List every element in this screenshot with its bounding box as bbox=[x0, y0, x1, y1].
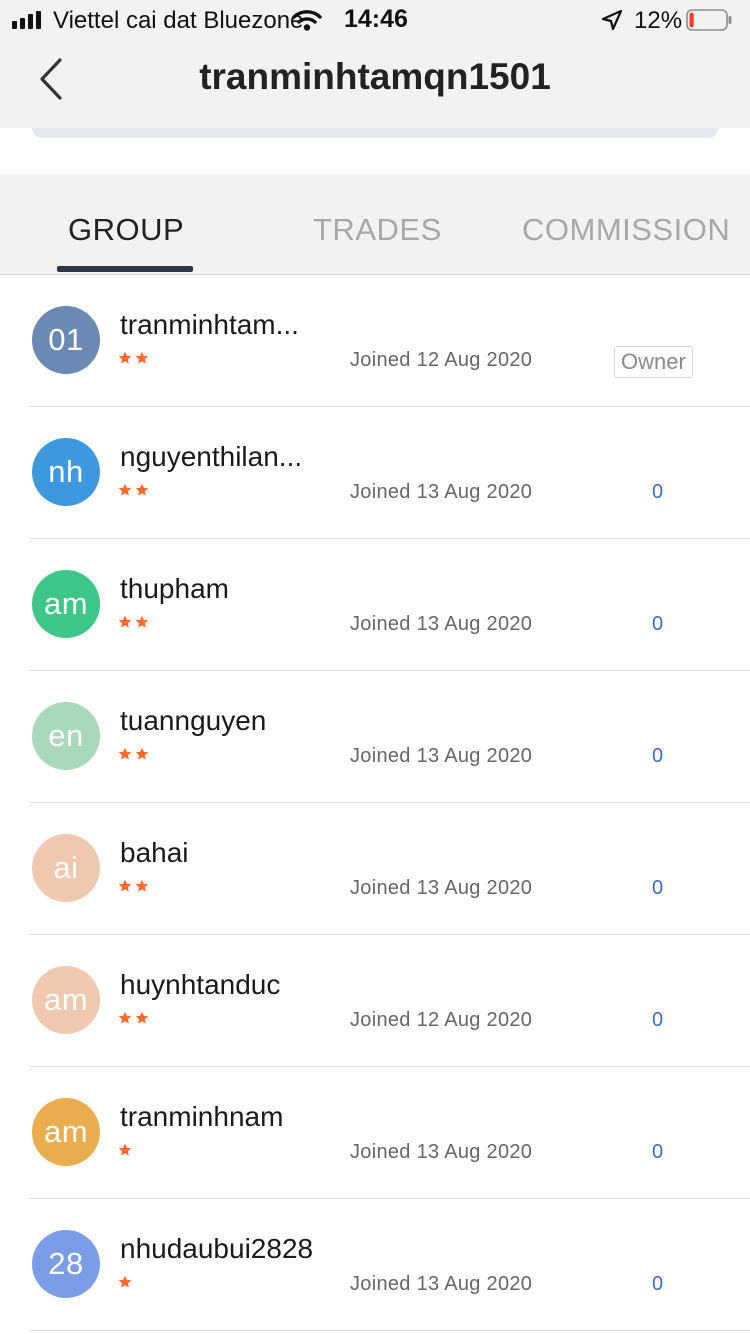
star-icon bbox=[135, 615, 149, 628]
joined-date: Joined 13 Aug 2020 bbox=[350, 745, 533, 767]
avatar: 01 bbox=[32, 306, 100, 374]
star-icon bbox=[135, 483, 149, 496]
location-arrow-icon bbox=[601, 9, 623, 31]
tab-group[interactable]: GROUP bbox=[68, 212, 184, 248]
member-value: 0 bbox=[652, 745, 664, 767]
star-icon bbox=[118, 1143, 132, 1156]
owner-badge: Owner bbox=[614, 346, 693, 378]
member-row[interactable]: nh nguyenthilan... Joined 13 Aug 2020 0 bbox=[30, 407, 750, 539]
avatar: nh bbox=[32, 438, 100, 506]
battery-percent: 12% bbox=[634, 7, 683, 34]
member-row[interactable]: ai bahai Joined 13 Aug 2020 0 bbox=[30, 803, 750, 935]
member-value: 0 bbox=[652, 1141, 664, 1163]
member-row[interactable]: am thupham Joined 13 Aug 2020 0 bbox=[30, 539, 750, 671]
rating-stars bbox=[118, 615, 149, 628]
member-value: 0 bbox=[652, 1273, 664, 1295]
tab-commission[interactable]: COMMISSION bbox=[522, 212, 730, 248]
tab-bar: GROUP TRADES COMMISSION bbox=[0, 174, 750, 275]
avatar: am bbox=[32, 966, 100, 1034]
member-name: tranminhnam bbox=[120, 1101, 284, 1132]
rating-stars bbox=[118, 747, 149, 760]
avatar: en bbox=[32, 702, 100, 770]
signal-icon bbox=[12, 11, 41, 29]
star-icon bbox=[135, 1011, 149, 1024]
tab-trades[interactable]: TRADES bbox=[313, 212, 442, 248]
member-row[interactable]: am tranminhnam Joined 13 Aug 2020 0 bbox=[30, 1067, 750, 1199]
member-value: 0 bbox=[652, 877, 664, 899]
joined-date: Joined 13 Aug 2020 bbox=[350, 877, 533, 899]
star-icon bbox=[118, 1011, 132, 1024]
star-icon bbox=[118, 879, 132, 892]
member-name: nguyenthilan... bbox=[120, 441, 303, 472]
top-area: Viettel cai dat Bluezone 14:46 12% tranm… bbox=[0, 0, 750, 128]
rating-stars bbox=[118, 483, 149, 496]
avatar: 28 bbox=[32, 1230, 100, 1298]
joined-date: Joined 12 Aug 2020 bbox=[350, 349, 533, 371]
info-card-edge bbox=[32, 128, 718, 138]
carrier-name: Viettel cai dat Bluezone bbox=[53, 7, 304, 34]
star-icon bbox=[135, 879, 149, 892]
star-icon bbox=[135, 351, 149, 364]
rating-stars bbox=[118, 1275, 132, 1288]
joined-date: Joined 13 Aug 2020 bbox=[350, 481, 533, 503]
member-name: thupham bbox=[120, 573, 229, 604]
rating-stars bbox=[118, 1143, 132, 1156]
rating-stars bbox=[118, 1011, 149, 1024]
star-icon bbox=[118, 615, 132, 628]
status-bar: Viettel cai dat Bluezone 14:46 12% bbox=[0, 0, 750, 40]
page-title: tranminhtamqn1501 bbox=[199, 56, 551, 97]
star-icon bbox=[118, 351, 132, 364]
member-value: 0 bbox=[652, 481, 664, 503]
member-row[interactable]: en tuannguyen Joined 13 Aug 2020 0 bbox=[30, 671, 750, 803]
joined-date: Joined 13 Aug 2020 bbox=[350, 613, 533, 635]
member-value: 0 bbox=[652, 613, 664, 635]
joined-date: Joined 13 Aug 2020 bbox=[350, 1141, 533, 1163]
member-row[interactable]: 01 tranminhtam... Joined 12 Aug 2020 Owner bbox=[30, 275, 750, 407]
star-icon bbox=[118, 483, 132, 496]
star-icon bbox=[135, 747, 149, 760]
avatar: am bbox=[32, 570, 100, 638]
battery-fill bbox=[689, 12, 694, 28]
rating-stars bbox=[118, 879, 149, 892]
avatar: am bbox=[32, 1098, 100, 1166]
member-row[interactable]: 28 nhudaubui2828 Joined 13 Aug 2020 0 bbox=[30, 1199, 750, 1331]
joined-date: Joined 12 Aug 2020 bbox=[350, 1009, 533, 1031]
nav-bar: tranminhtamqn1501 bbox=[0, 40, 750, 128]
member-name: nhudaubui2828 bbox=[120, 1233, 314, 1264]
clock: 14:46 bbox=[344, 5, 408, 33]
member-row[interactable]: am huynhtanduc Joined 12 Aug 2020 0 bbox=[30, 935, 750, 1067]
active-tab-indicator bbox=[57, 266, 193, 272]
member-name: bahai bbox=[120, 837, 189, 868]
star-icon bbox=[118, 1275, 132, 1288]
wifi-icon bbox=[292, 10, 322, 31]
member-name: tranminhtam... bbox=[120, 309, 299, 340]
member-name: huynhtanduc bbox=[120, 969, 281, 1000]
joined-date: Joined 13 Aug 2020 bbox=[350, 1273, 533, 1295]
rating-stars bbox=[118, 351, 149, 364]
member-list: 01 tranminhtam... Joined 12 Aug 2020 Owner n… bbox=[0, 275, 750, 1331]
battery-icon bbox=[686, 9, 732, 31]
avatar: ai bbox=[32, 834, 100, 902]
member-name: tuannguyen bbox=[120, 705, 267, 736]
member-value: 0 bbox=[652, 1009, 664, 1031]
star-icon bbox=[118, 747, 132, 760]
